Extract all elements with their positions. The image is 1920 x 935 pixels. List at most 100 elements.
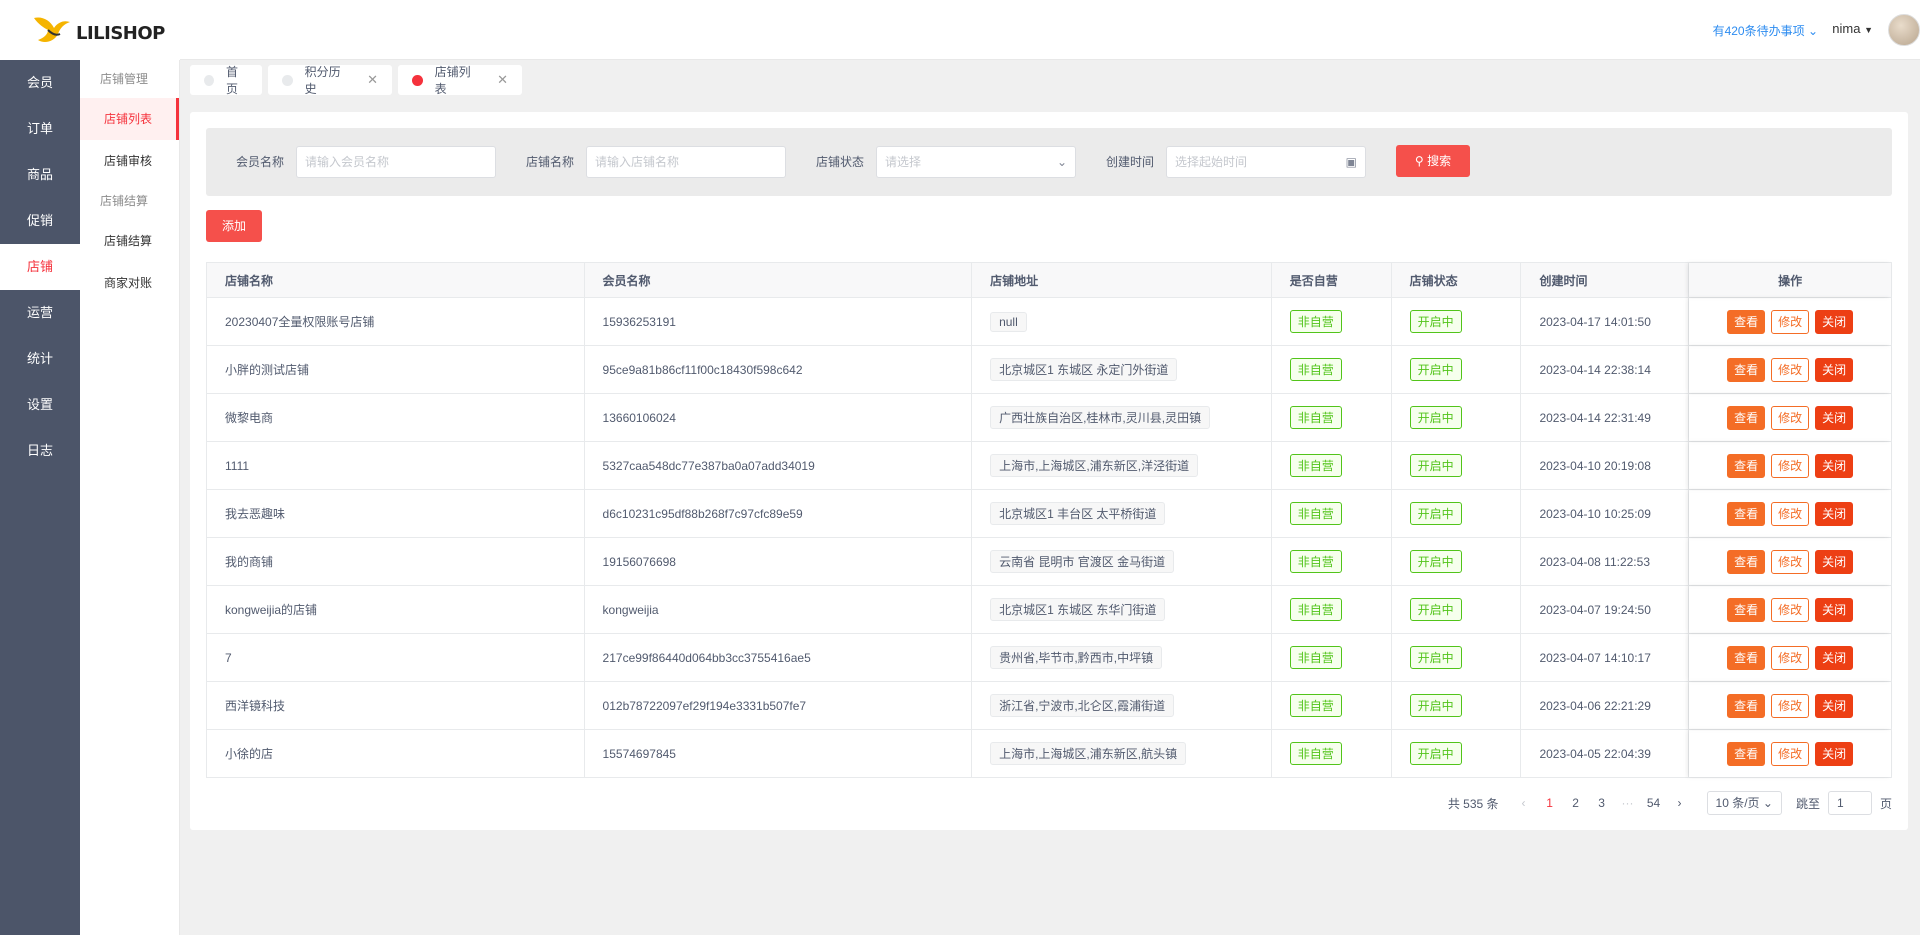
page-3[interactable]: 3 xyxy=(1589,796,1615,810)
page-size-select[interactable]: 10 条/页 ⌄ xyxy=(1706,791,1782,815)
status-cell: 开启中 xyxy=(1392,586,1522,633)
member-name-cell: 217ce99f86440d064bb3cc3755416ae5 xyxy=(585,634,973,681)
edit-button[interactable]: 修改 xyxy=(1771,405,1810,430)
edit-button[interactable]: 修改 xyxy=(1771,357,1810,382)
content-card: 会员名称 请输入会员名称 店铺名称 请输入店铺名称 店铺状态 请选择 ⌄ 创建时… xyxy=(190,112,1908,830)
create-time-picker[interactable]: 选择起始时间 ▣ xyxy=(1166,146,1366,178)
nav-item-logs[interactable]: 日志 xyxy=(0,428,80,474)
member-name: 95ce9a81b86cf11f00c18430f598c642 xyxy=(602,362,803,377)
table-body: 20230407全量权限账号店铺 15936253191 null 非自营 开启中 202… xyxy=(207,298,1891,778)
close-store-button[interactable]: 关闭 xyxy=(1815,309,1854,334)
view-button[interactable]: 查看 xyxy=(1727,405,1766,430)
table-row: 小胖的测试店铺 95ce9a81b86cf11f00c18430f598c642 北… xyxy=(207,346,1891,394)
calendar-icon: ▣ xyxy=(1345,155,1357,169)
view-button[interactable]: 查看 xyxy=(1727,501,1766,526)
member-name-cell: 13660106024 xyxy=(585,394,973,441)
member-name-label: 会员名称 xyxy=(236,155,285,169)
subnav-item-store-list[interactable]: 店铺列表 xyxy=(80,98,179,140)
edit-button[interactable]: 修改 xyxy=(1771,501,1810,526)
table-row: kongweijia的店铺 kongweijia 北京城区1 东城区 东华门街道 非自… xyxy=(207,586,1891,634)
edit-button[interactable]: 修改 xyxy=(1771,645,1810,670)
member-name: 012b78722097ef29f194e3331b507fe7 xyxy=(602,698,807,713)
store-name-cell: 7 xyxy=(207,634,585,681)
col-header-actions: 操作 xyxy=(1689,263,1891,297)
nav-item-operation[interactable]: 运营 xyxy=(0,290,80,336)
close-store-button[interactable]: 关闭 xyxy=(1815,693,1854,718)
nav-item-settings[interactable]: 设置 xyxy=(0,382,80,428)
edit-button[interactable]: 修改 xyxy=(1771,693,1810,718)
add-button[interactable]: 添加 xyxy=(206,210,262,242)
table-row: 小徐的店 15574697845 上海市,上海城区,浦东新区,航头镇 非自营 开启中 20… xyxy=(207,730,1891,778)
subnav-item-store-settlement[interactable]: 店铺结算 xyxy=(80,220,179,262)
avatar[interactable] xyxy=(1888,14,1920,46)
close-icon[interactable]: ✕ xyxy=(497,72,508,88)
nav-item-stores[interactable]: 店铺 xyxy=(0,244,80,290)
view-button[interactable]: 查看 xyxy=(1727,597,1766,622)
subnav-group-store-management: 店铺管理 xyxy=(100,72,149,86)
tab-store-list[interactable]: 店铺列表 ✕ xyxy=(398,65,522,96)
todo-dropdown[interactable]: 有420条待办事项 ⌄ xyxy=(1713,22,1818,39)
self-operated-tag: 非自营 xyxy=(1289,454,1342,477)
store-status-select[interactable]: 请选择 ⌄ xyxy=(876,146,1076,178)
close-icon[interactable]: ✕ xyxy=(367,72,378,88)
member-name-input[interactable]: 请输入会员名称 xyxy=(296,146,496,178)
create-time: 2023-04-17 14:01:50 xyxy=(1539,314,1651,329)
view-button[interactable]: 查看 xyxy=(1727,453,1766,478)
chevron-down-icon: ⌄ xyxy=(1056,155,1067,169)
nav-item-goods[interactable]: 商品 xyxy=(0,152,80,198)
page-ellipsis[interactable]: ··· xyxy=(1615,796,1641,810)
store-name: 我去恶趣味 xyxy=(225,507,286,521)
member-name: kongweijia xyxy=(602,602,659,617)
search-button[interactable]: ⚲ 搜索 xyxy=(1396,145,1470,177)
close-store-button[interactable]: 关闭 xyxy=(1815,645,1854,670)
view-button[interactable]: 查看 xyxy=(1727,645,1766,670)
edit-button[interactable]: 修改 xyxy=(1771,453,1810,478)
nav-item-statistics[interactable]: 统计 xyxy=(0,336,80,382)
self-operated-cell: 非自营 xyxy=(1272,538,1392,585)
search-button-label: 搜索 xyxy=(1427,154,1452,168)
close-store-button[interactable]: 关闭 xyxy=(1815,597,1854,622)
prev-page-button[interactable]: ‹ xyxy=(1511,796,1537,810)
jump-input[interactable]: 1 xyxy=(1827,791,1872,815)
tab-bar: 首页 积分历史 ✕ 店铺列表 ✕ xyxy=(180,61,1920,101)
edit-button[interactable]: 修改 xyxy=(1771,549,1810,574)
table-row: 我的商铺 19156076698 云南省 昆明市 官渡区 金马街道 非自营 开启中 202… xyxy=(207,538,1891,586)
subnav-item-store-audit[interactable]: 店铺审核 xyxy=(80,140,179,182)
create-time-cell: 2023-04-06 22:21:29 xyxy=(1521,682,1690,729)
view-button[interactable]: 查看 xyxy=(1727,693,1766,718)
user-dropdown[interactable]: nima ▼ xyxy=(1832,21,1873,36)
view-button[interactable]: 查看 xyxy=(1727,549,1766,574)
edit-button[interactable]: 修改 xyxy=(1771,309,1810,334)
view-button[interactable]: 查看 xyxy=(1727,357,1766,382)
self-operated-tag: 非自营 xyxy=(1289,502,1342,525)
nav-item-orders[interactable]: 订单 xyxy=(0,106,80,152)
page-54[interactable]: 54 xyxy=(1641,796,1667,810)
member-name-placeholder: 请输入会员名称 xyxy=(305,155,390,169)
page-2[interactable]: 2 xyxy=(1563,796,1589,810)
tab-home[interactable]: 首页 xyxy=(190,65,262,96)
table-row: 20230407全量权限账号店铺 15936253191 null 非自营 开启中 202… xyxy=(207,298,1891,346)
nav-item-promotion[interactable]: 促销 xyxy=(0,198,80,244)
self-operated-tag: 非自营 xyxy=(1289,646,1342,669)
actions-cell: 查看 修改 关闭 xyxy=(1689,394,1891,441)
col-header-self-operated: 是否自营 xyxy=(1272,263,1392,297)
logo[interactable]: LILISHOP xyxy=(0,0,180,60)
member-name: d6c10231c95df88b268f7c97cfc89e59 xyxy=(602,506,803,521)
next-page-button[interactable]: › xyxy=(1667,796,1693,810)
tab-points-history[interactable]: 积分历史 ✕ xyxy=(268,65,392,96)
subnav-item-merchant-reconciliation[interactable]: 商家对账 xyxy=(80,262,179,304)
close-store-button[interactable]: 关闭 xyxy=(1815,405,1854,430)
page-1[interactable]: 1 xyxy=(1537,796,1563,810)
close-store-button[interactable]: 关闭 xyxy=(1815,501,1854,526)
edit-button[interactable]: 修改 xyxy=(1771,597,1810,622)
close-store-button[interactable]: 关闭 xyxy=(1815,549,1854,574)
close-store-button[interactable]: 关闭 xyxy=(1815,357,1854,382)
view-button[interactable]: 查看 xyxy=(1727,741,1766,766)
nav-item-members[interactable]: 会员 xyxy=(0,60,80,106)
address-cell: 广西壮族自治区,桂林市,灵川县,灵田镇 xyxy=(972,394,1272,441)
close-store-button[interactable]: 关闭 xyxy=(1815,453,1854,478)
view-button[interactable]: 查看 xyxy=(1727,309,1766,334)
store-name-input[interactable]: 请输入店铺名称 xyxy=(586,146,786,178)
close-store-button[interactable]: 关闭 xyxy=(1815,741,1854,766)
edit-button[interactable]: 修改 xyxy=(1771,741,1810,766)
